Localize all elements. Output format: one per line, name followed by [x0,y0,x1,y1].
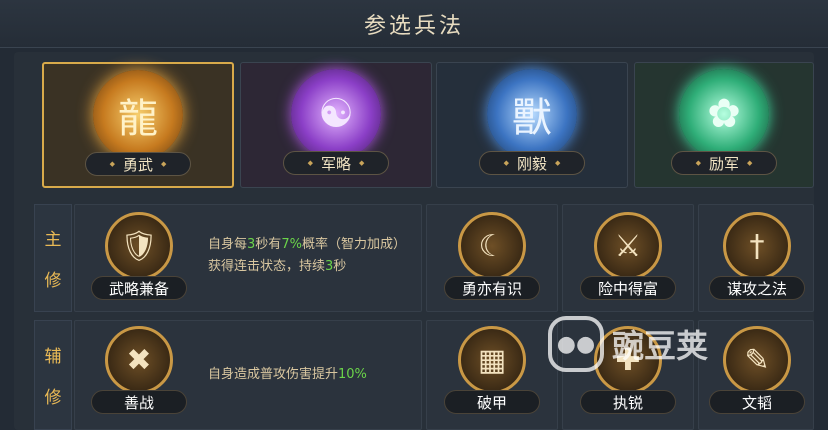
skill-pojia[interactable]: ▦ 破甲 [437,326,547,430]
dragon-emblem-icon: 龍 [93,70,183,160]
skill-name: 谋攻之法 [709,276,805,300]
skill-name: 文韬 [709,390,805,414]
beast-emblem-icon: 獸 [487,69,577,159]
skill-xianzhongdefu[interactable]: ⚔ 险中得富 [573,212,683,322]
aux-skill-description: 自身造成普攻伤害提升10% [208,367,367,382]
category-card-junlue[interactable]: ☯ ◆ 军略 ◆ [240,62,432,188]
aux-featured-skill[interactable]: ✖ 善战 [84,326,194,430]
tome-icon: ✎ [723,326,791,394]
skill-name: 破甲 [444,390,540,414]
main-skill-description: 自身每3秒有7%概率（智力加成）获得连击状态，持续3秒 [208,237,406,274]
skill-mougongzhifa[interactable]: † 谋攻之法 [702,212,812,322]
category-label: ◆ 刚毅 ◆ [479,151,585,175]
watermark-text: 豌豆荚 [612,327,709,365]
category-label: ◆ 勇武 ◆ [85,152,191,176]
skill-name: 善战 [91,390,187,414]
crossed-sabers-icon: ✖ [105,326,173,394]
gourd-emblem-icon: ✿ [679,69,769,159]
watermark: ●● 豌豆荚 [548,316,708,372]
main-featured-skill[interactable]: 🛡 武略兼备 [84,212,194,322]
skill-name: 险中得富 [580,276,676,300]
crescent-star-icon: ☾ [458,212,526,280]
triple-swords-icon: † [723,212,791,280]
title-bar: 参选兵法 [0,0,828,48]
category-label: ◆ 励军 ◆ [671,151,777,175]
category-card-lijun[interactable]: ✿ ◆ 励军 ◆ [634,62,814,188]
skill-wentao[interactable]: ✎ 文韬 [702,326,812,430]
broken-armor-icon: ▦ [458,326,526,394]
category-label: ◆ 军略 ◆ [283,151,389,175]
page-title: 参选兵法 [363,13,464,39]
category-card-gangyi[interactable]: 獸 ◆ 刚毅 ◆ [436,62,628,188]
aux-row-label: 辅 修 [34,320,72,430]
category-card-yongwu[interactable]: 龍 ◆ 勇武 ◆ [42,62,234,188]
swords-ring-icon: ⚔ [594,212,662,280]
skill-name: 武略兼备 [91,276,187,300]
main-row-label: 主 修 [34,204,72,312]
skill-name: 勇亦有识 [444,276,540,300]
skill-name: 执锐 [580,390,676,414]
scroll-shield-icon: 🛡 [105,212,173,280]
yinyang-emblem-icon: ☯ [291,69,381,159]
wandoujia-logo-icon: ●● [548,316,604,372]
skill-yongyiyoushi[interactable]: ☾ 勇亦有识 [437,212,547,322]
